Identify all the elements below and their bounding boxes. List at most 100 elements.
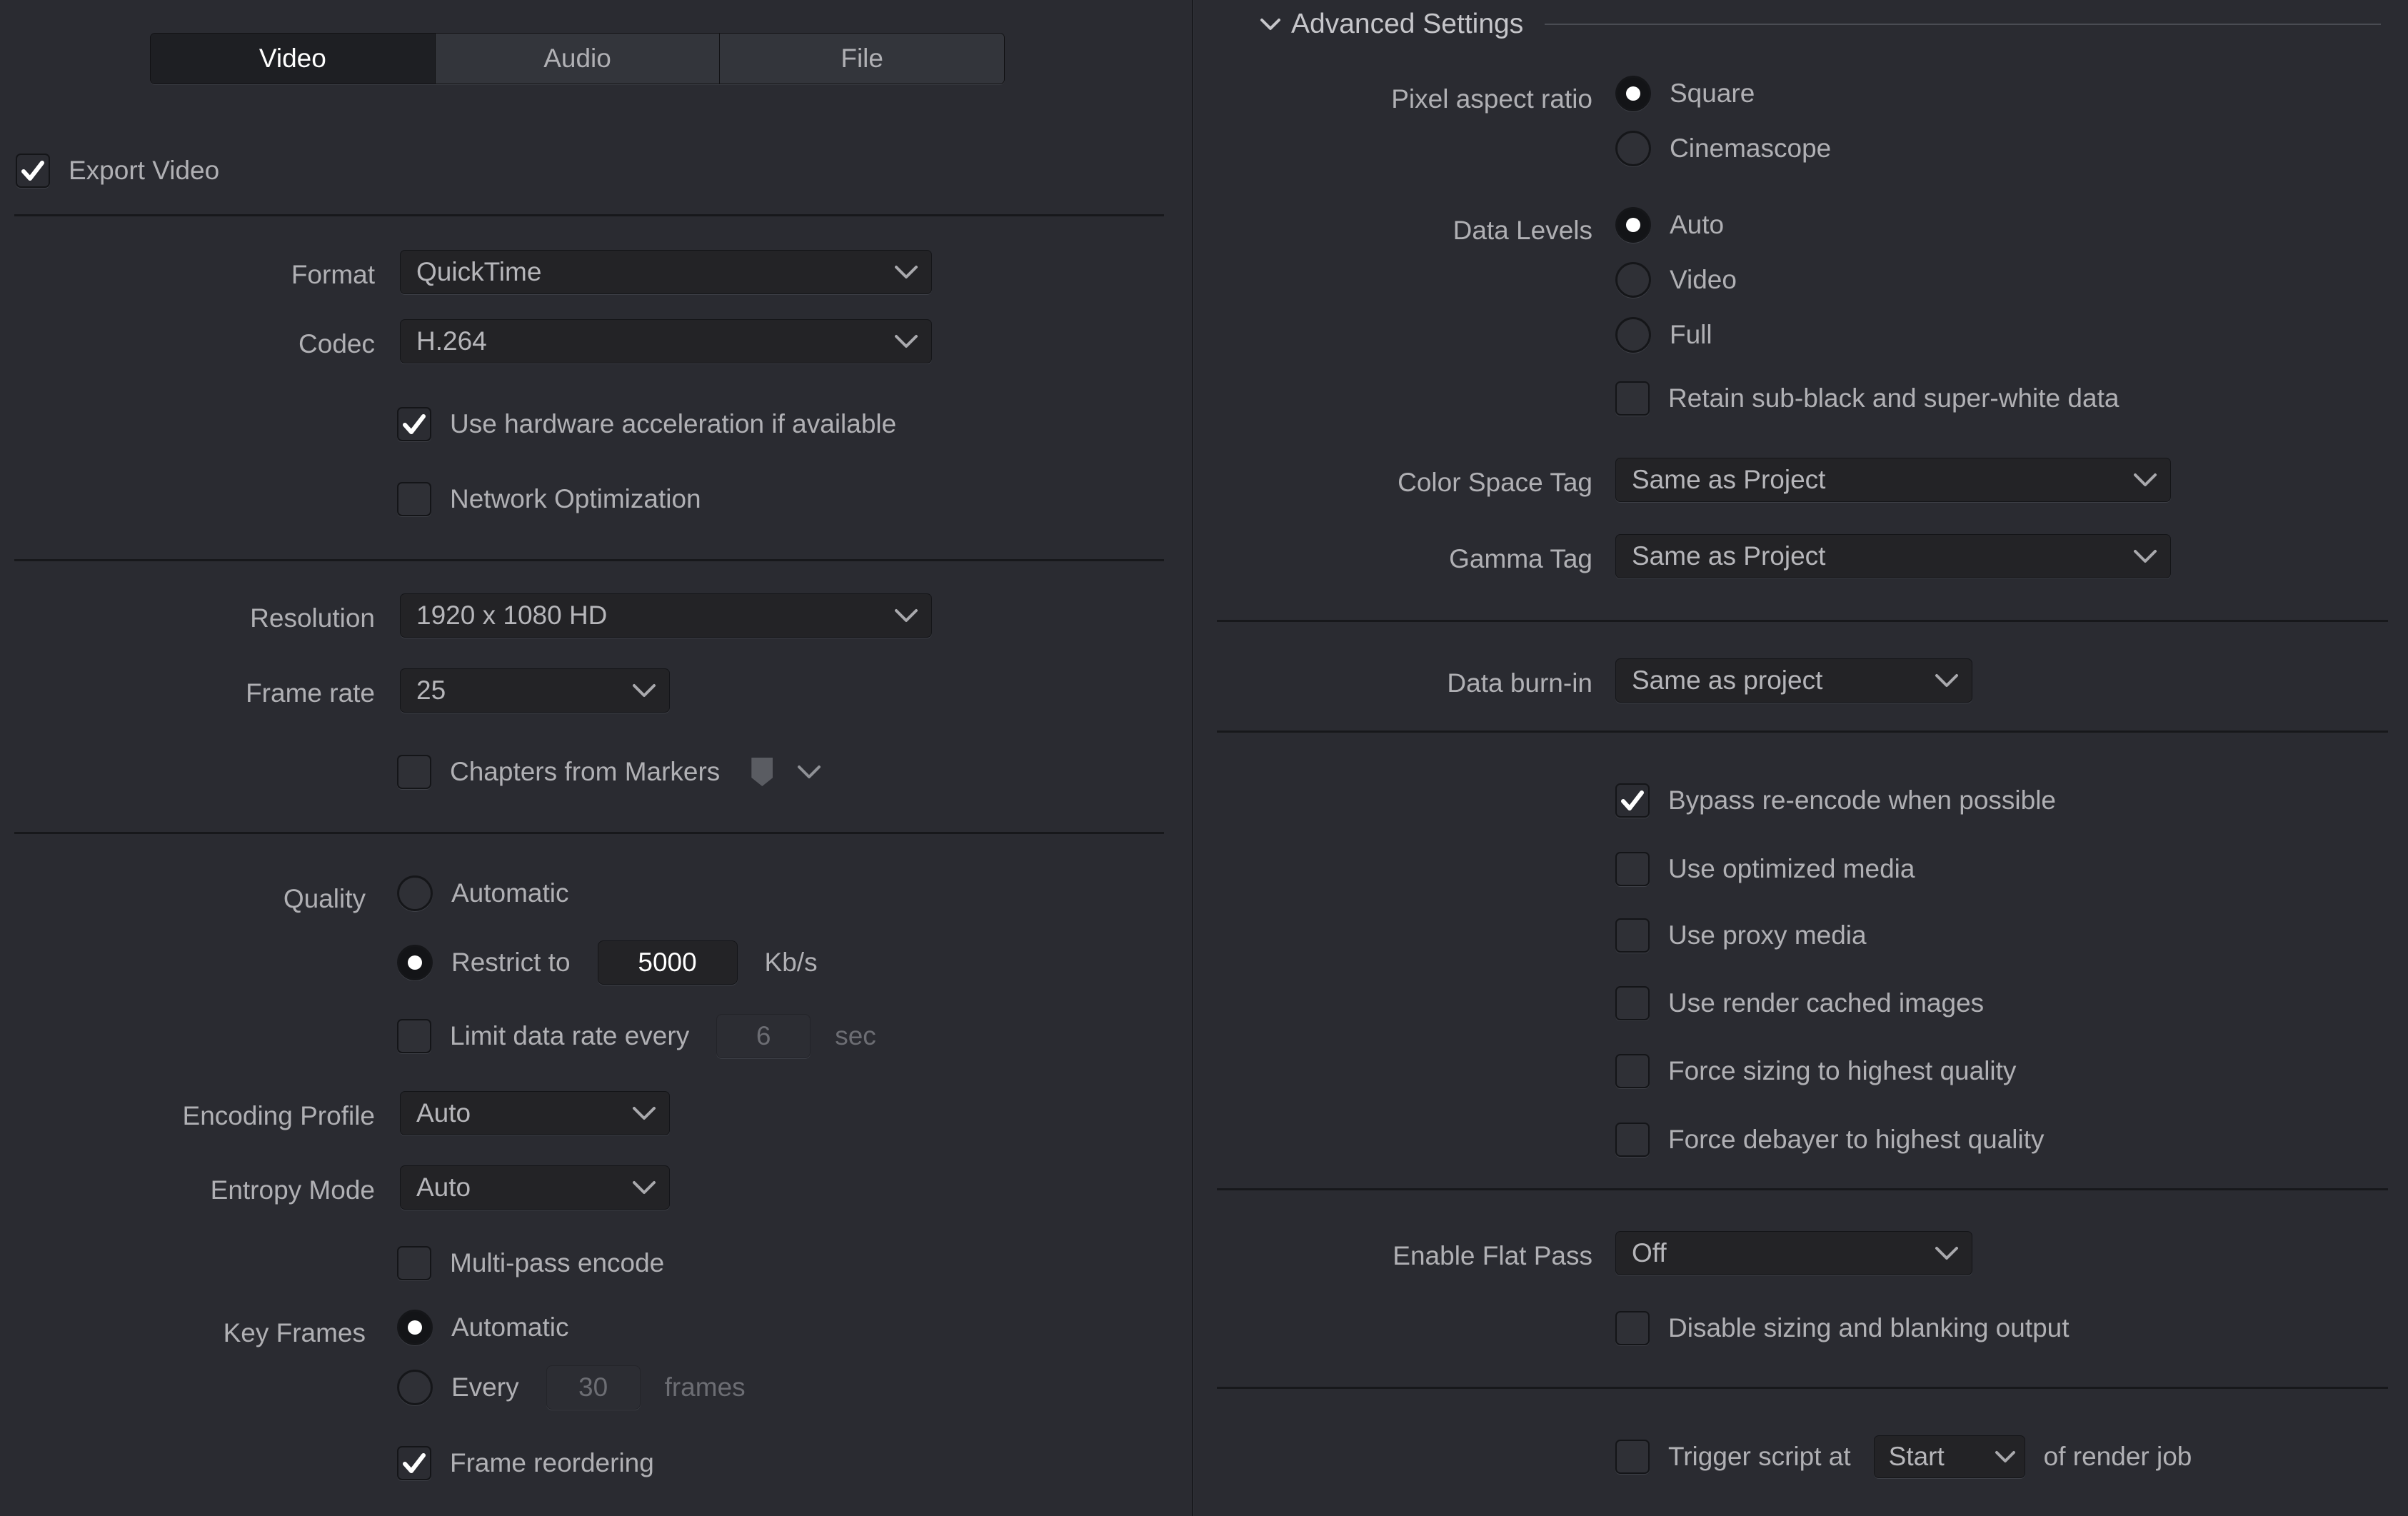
chapters-from-markers-row[interactable]: Chapters from Markers — [397, 755, 821, 789]
encoding-profile-dropdown[interactable]: Auto — [400, 1091, 670, 1135]
export-video-row[interactable]: Export Video — [16, 154, 219, 188]
tab-video[interactable]: Video — [151, 34, 436, 84]
use-render-cached-images-label: Use render cached images — [1668, 988, 1985, 1018]
check-icon — [403, 1453, 426, 1473]
gamma-tag-label: Gamma Tag — [1449, 544, 1592, 573]
force-debayer-checkbox[interactable] — [1615, 1123, 1650, 1157]
chevron-down-icon[interactable] — [1260, 17, 1281, 31]
format-value: QuickTime — [416, 257, 542, 286]
network-optimization-row[interactable]: Network Optimization — [397, 482, 701, 516]
force-debayer-row[interactable]: Force debayer to highest quality — [1615, 1123, 2045, 1157]
chevron-down-icon — [613, 1180, 656, 1195]
data-levels-auto-row[interactable]: Auto — [1615, 207, 1724, 243]
pixel-aspect-cinemascope-label: Cinemascope — [1670, 134, 1832, 163]
chevron-down-icon — [1916, 673, 1959, 688]
color-space-tag-dropdown[interactable]: Same as Project — [1615, 458, 2171, 502]
key-frames-every-radio[interactable] — [397, 1370, 433, 1405]
data-levels-full-row[interactable]: Full — [1615, 317, 1712, 353]
limit-data-rate-row[interactable]: Limit data rate every 6 sec — [397, 1014, 876, 1058]
bitrate-input[interactable]: 5000 — [597, 940, 738, 985]
data-levels-full-radio[interactable] — [1615, 317, 1651, 353]
advanced-settings-panel: Advanced Settings Pixel aspect ratio Squ… — [1197, 0, 2408, 1516]
use-optimized-media-row[interactable]: Use optimized media — [1615, 852, 1915, 886]
advanced-settings-header[interactable]: Advanced Settings — [1260, 9, 2381, 40]
pixel-aspect-square-radio[interactable] — [1615, 76, 1651, 111]
settings-tab-bar: Video Audio File — [150, 33, 1005, 84]
separator — [1217, 731, 2388, 733]
frame-reordering-row[interactable]: Frame reordering — [397, 1446, 654, 1480]
trigger-script-timing-dropdown[interactable]: Start — [1873, 1435, 2025, 1478]
limit-data-rate-label: Limit data rate every — [450, 1021, 690, 1050]
separator — [14, 214, 1164, 216]
multi-pass-encode-row[interactable]: Multi-pass encode — [397, 1246, 664, 1280]
key-frames-interval-input[interactable]: 30 — [546, 1365, 641, 1410]
chevron-down-icon — [1916, 1245, 1959, 1261]
hardware-acceleration-label: Use hardware acceleration if available — [450, 409, 897, 438]
frame-rate-dropdown[interactable]: 25 — [400, 668, 670, 713]
codec-label: Codec — [299, 329, 375, 358]
force-sizing-row[interactable]: Force sizing to highest quality — [1615, 1054, 2016, 1088]
disable-sizing-blanking-row[interactable]: Disable sizing and blanking output — [1615, 1311, 2070, 1345]
limit-data-rate-input[interactable]: 6 — [716, 1014, 811, 1058]
separator — [1217, 1188, 2388, 1190]
force-sizing-checkbox[interactable] — [1615, 1054, 1650, 1088]
resolution-dropdown[interactable]: 1920 x 1080 HD — [400, 593, 932, 638]
export-video-checkbox[interactable] — [16, 154, 50, 188]
quality-automatic-row[interactable]: Automatic — [397, 875, 569, 911]
retain-sub-black-checkbox[interactable] — [1615, 381, 1650, 416]
trigger-script-suffix-label: of render job — [2043, 1442, 2192, 1471]
frame-reordering-checkbox[interactable] — [397, 1446, 431, 1480]
entropy-mode-dropdown[interactable]: Auto — [400, 1165, 670, 1210]
enable-flat-pass-dropdown[interactable]: Off — [1615, 1231, 1972, 1275]
quality-automatic-radio[interactable] — [397, 875, 433, 911]
pixel-aspect-cinemascope-row[interactable]: Cinemascope — [1615, 131, 1831, 166]
trigger-script-row[interactable]: Trigger script at Start of render job — [1615, 1435, 2192, 1478]
key-frames-every-row[interactable]: Every 30 frames — [397, 1365, 746, 1410]
quality-restrict-radio[interactable] — [397, 945, 433, 980]
quality-automatic-label: Automatic — [451, 878, 569, 908]
network-optimization-checkbox[interactable] — [397, 482, 431, 516]
use-proxy-media-checkbox[interactable] — [1615, 918, 1650, 953]
key-frames-automatic-radio[interactable] — [397, 1310, 433, 1345]
limit-data-rate-checkbox[interactable] — [397, 1019, 431, 1053]
use-optimized-media-checkbox[interactable] — [1615, 852, 1650, 886]
resolution-label: Resolution — [250, 603, 375, 633]
separator — [1217, 1387, 2388, 1389]
pixel-aspect-cinemascope-radio[interactable] — [1615, 131, 1651, 166]
data-burn-in-dropdown[interactable]: Same as project — [1615, 658, 1972, 703]
tab-file[interactable]: File — [720, 34, 1004, 84]
data-levels-auto-radio[interactable] — [1615, 207, 1651, 243]
trigger-script-checkbox[interactable] — [1615, 1440, 1650, 1474]
chevron-down-icon — [876, 608, 918, 623]
pixel-aspect-square-row[interactable]: Square — [1615, 76, 1755, 111]
panel-divider[interactable] — [1192, 0, 1194, 1516]
key-frames-label: Key Frames — [223, 1318, 366, 1347]
disable-sizing-blanking-checkbox[interactable] — [1615, 1311, 1650, 1345]
hardware-acceleration-checkbox[interactable] — [397, 407, 431, 441]
key-frames-automatic-row[interactable]: Automatic — [397, 1310, 569, 1345]
encoding-profile-label: Encoding Profile — [182, 1101, 375, 1130]
retain-sub-black-row[interactable]: Retain sub-black and super-white data — [1615, 381, 2119, 416]
tab-audio[interactable]: Audio — [435, 34, 721, 84]
gamma-tag-dropdown[interactable]: Same as Project — [1615, 534, 2171, 578]
marker-color-chevron-icon[interactable] — [797, 764, 821, 780]
data-levels-video-radio[interactable] — [1615, 262, 1651, 298]
use-proxy-media-row[interactable]: Use proxy media — [1615, 918, 1867, 953]
bypass-reencode-label: Bypass re-encode when possible — [1668, 785, 2056, 815]
hardware-acceleration-row[interactable]: Use hardware acceleration if available — [397, 407, 896, 441]
codec-dropdown[interactable]: H.264 — [400, 319, 932, 363]
bypass-reencode-checkbox[interactable] — [1615, 783, 1650, 818]
enable-flat-pass-label: Enable Flat Pass — [1393, 1241, 1592, 1270]
marker-flag-icon — [751, 758, 773, 786]
format-dropdown[interactable]: QuickTime — [400, 250, 932, 294]
separator — [1217, 620, 2388, 622]
use-render-cached-images-row[interactable]: Use render cached images — [1615, 986, 1984, 1020]
chapters-from-markers-checkbox[interactable] — [397, 755, 431, 789]
multi-pass-encode-checkbox[interactable] — [397, 1246, 431, 1280]
data-levels-auto-label: Auto — [1670, 210, 1725, 239]
use-render-cached-images-checkbox[interactable] — [1615, 986, 1650, 1020]
bypass-reencode-row[interactable]: Bypass re-encode when possible — [1615, 783, 2056, 818]
quality-restrict-row[interactable]: Restrict to 5000 Kb/s — [397, 940, 818, 985]
data-levels-video-row[interactable]: Video — [1615, 262, 1737, 298]
chevron-down-icon — [1985, 1450, 2016, 1464]
